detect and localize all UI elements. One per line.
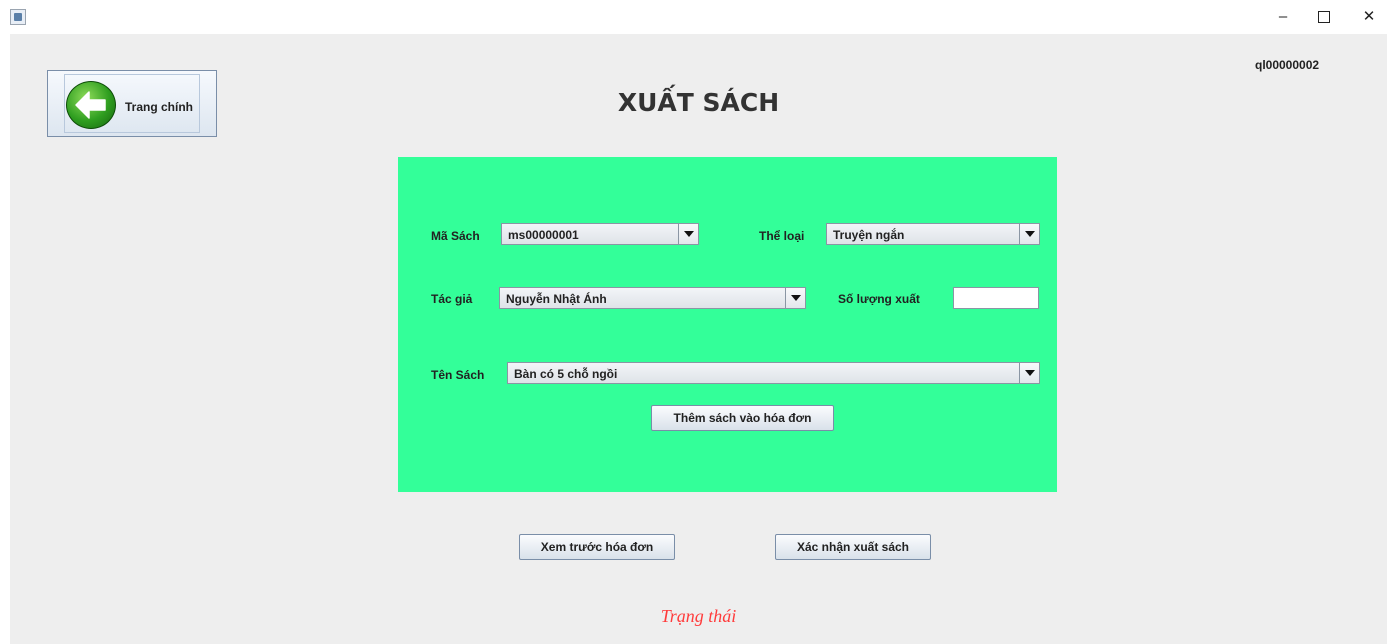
page-title: XUẤT SÁCH bbox=[617, 88, 780, 117]
minimize-icon[interactable]: – bbox=[1268, 6, 1298, 28]
maximize-icon[interactable] bbox=[1309, 6, 1339, 28]
ma-sach-label: Mã Sách bbox=[431, 229, 480, 243]
the-loai-dropdown[interactable]: Truyện ngắn bbox=[826, 223, 1040, 245]
ma-sach-value: ms00000001 bbox=[508, 228, 579, 242]
dropdown-arrow-icon[interactable] bbox=[1019, 363, 1039, 383]
app-icon bbox=[10, 9, 26, 25]
user-id-label: ql00000002 bbox=[1255, 58, 1320, 72]
the-loai-value: Truyện ngắn bbox=[833, 228, 905, 242]
ten-sach-value: Bàn có 5 chỗ ngồi bbox=[514, 367, 618, 381]
ma-sach-dropdown[interactable]: ms00000001 bbox=[501, 223, 699, 245]
ten-sach-label: Tên Sách bbox=[431, 368, 485, 382]
status-label: Trạng thái bbox=[660, 606, 737, 626]
main-content: Trang chính ql00000002 XUẤT SÁCH Mã Sách… bbox=[10, 34, 1387, 644]
confirm-export-button[interactable]: Xác nhận xuất sách bbox=[775, 534, 931, 560]
tac-gia-dropdown[interactable]: Nguyễn Nhật Ánh bbox=[499, 287, 806, 309]
tac-gia-label: Tác giả bbox=[431, 292, 473, 306]
dropdown-arrow-icon[interactable] bbox=[1019, 224, 1039, 244]
so-luong-label: Số lượng xuất bbox=[838, 292, 920, 306]
dropdown-arrow-icon[interactable] bbox=[678, 224, 698, 244]
close-icon[interactable]: ✕ bbox=[1354, 6, 1384, 28]
tac-gia-value: Nguyễn Nhật Ánh bbox=[506, 292, 607, 306]
the-loai-label: Thể loại bbox=[759, 229, 805, 243]
form-panel: Mã Sách ms00000001 Thể loại Truyện ngắn … bbox=[398, 157, 1057, 492]
dropdown-arrow-icon[interactable] bbox=[785, 288, 805, 308]
so-luong-input[interactable] bbox=[953, 287, 1039, 309]
window-titlebar: – ✕ bbox=[0, 0, 1387, 34]
ten-sach-dropdown[interactable]: Bàn có 5 chỗ ngồi bbox=[507, 362, 1040, 384]
add-book-to-invoice-button[interactable]: Thêm sách vào hóa đơn bbox=[651, 405, 834, 431]
preview-invoice-button[interactable]: Xem trước hóa đơn bbox=[519, 534, 675, 560]
